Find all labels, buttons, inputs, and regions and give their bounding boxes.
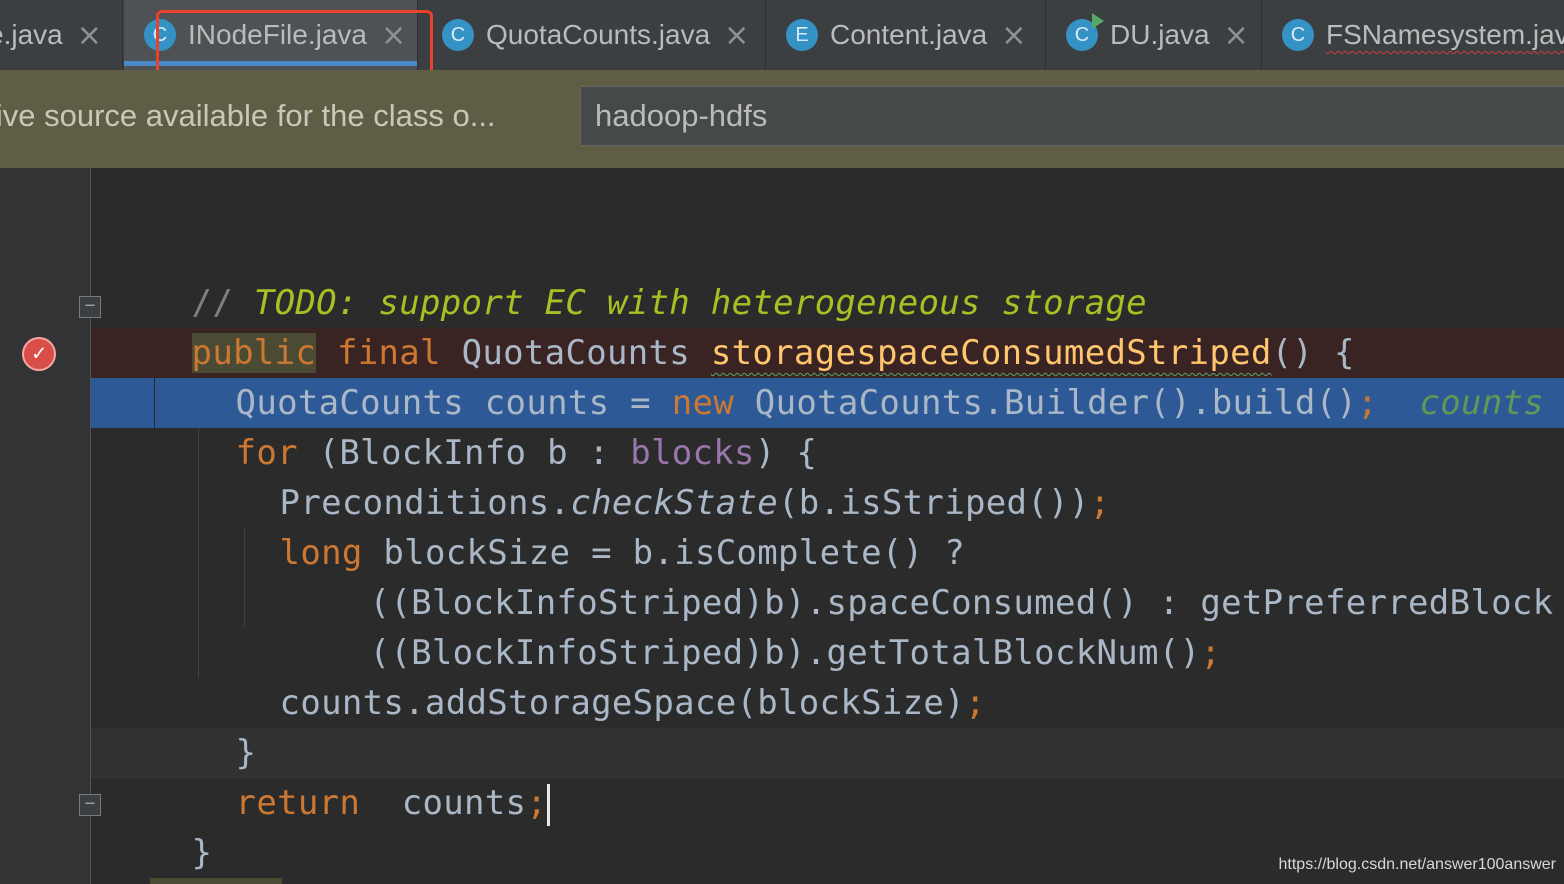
- close-tab-icon[interactable]: ×: [1224, 18, 1249, 53]
- code-line-1[interactable]: // TODO: support EC with heterogeneous s…: [150, 228, 1147, 323]
- text-caret: [547, 783, 551, 826]
- close-tab-icon[interactable]: ×: [1001, 18, 1026, 53]
- breakpoint-icon[interactable]: ✓: [22, 337, 56, 371]
- tab-label: QuotaCounts.java: [486, 19, 711, 50]
- semicolon-token: ;: [1200, 633, 1222, 673]
- code-line-12[interactable]: }: [150, 778, 212, 873]
- runnable-class-icon: C: [1066, 13, 1104, 51]
- tab-content-java[interactable]: E Content.java ×: [768, 0, 1046, 70]
- keyword-token: return: [235, 783, 361, 823]
- editor-tab-bar: e.java × C INodeFile.java × C QuotaCount…: [0, 0, 1564, 71]
- active-tab-indicator: [124, 61, 417, 66]
- watermark: https://blog.csdn.net/answer100answer: [1278, 856, 1557, 873]
- tab-label: FSNamesystem.jav: [1326, 19, 1564, 50]
- close-tab-icon[interactable]: ×: [724, 18, 749, 53]
- code-text: counts.addStorageSpace(blockSize): [279, 683, 965, 723]
- code-line-4[interactable]: for (BlockInfo b : blocks) {: [194, 378, 817, 473]
- tab-label: Content.java: [830, 19, 988, 50]
- code-line-6[interactable]: long blockSize = b.isComplete() ?: [238, 478, 965, 573]
- semicolon-token: ;: [526, 783, 548, 823]
- code-line-10[interactable]: }: [194, 678, 256, 773]
- tab-label: INodeFile.java: [188, 19, 367, 50]
- tab-label: e.java: [0, 19, 63, 50]
- code-text: counts: [360, 783, 527, 823]
- class-icon: C: [442, 19, 474, 51]
- tab-label: DU.java: [1110, 19, 1210, 50]
- close-tab-icon[interactable]: ×: [381, 18, 406, 53]
- fold-end-icon[interactable]: −: [79, 794, 101, 816]
- tab-file-java[interactable]: e.java ×: [0, 0, 123, 70]
- code-line-8[interactable]: ((BlockInfoStriped)b).getTotalBlockNum()…: [328, 578, 1221, 673]
- code-line-7[interactable]: ((BlockInfoStriped)b).spaceConsumed() : …: [328, 528, 1554, 623]
- code-text: }: [191, 833, 213, 873]
- code-line-3[interactable]: QuotaCounts counts = new QuotaCounts.Bui…: [194, 328, 1544, 423]
- fold-collapse-icon[interactable]: −: [79, 296, 101, 318]
- code-line-2[interactable]: public final QuotaCounts storagespaceCon…: [150, 278, 1355, 373]
- tab-fsnamesystem-java[interactable]: C FSNamesystem.jav: [1264, 0, 1564, 70]
- class-icon: C: [1282, 19, 1314, 51]
- matched-word-marker: [150, 878, 282, 884]
- semicolon-token: ;: [1089, 483, 1111, 523]
- code-line-11[interactable]: return counts;: [194, 728, 551, 826]
- inline-debug-value: counts: [1419, 383, 1545, 423]
- module-selector[interactable]: hadoop-hdfs: [580, 86, 1564, 146]
- tab-inodefile-java[interactable]: C INodeFile.java ×: [124, 0, 418, 70]
- close-tab-icon[interactable]: ×: [77, 18, 102, 53]
- semicolon-token: ;: [1357, 383, 1378, 423]
- class-icon: C: [144, 19, 176, 51]
- editor-gutter[interactable]: [0, 168, 91, 884]
- tab-du-java[interactable]: C DU.java ×: [1048, 0, 1262, 70]
- semicolon-token: ;: [964, 683, 986, 723]
- code-text: QuotaCounts.Builder().build(): [734, 383, 1358, 423]
- banner-message: ative source available for the class o..…: [0, 98, 496, 133]
- tab-quotacounts-java[interactable]: C QuotaCounts.java ×: [428, 0, 766, 70]
- code-line-9[interactable]: counts.addStorageSpace(blockSize);: [238, 628, 986, 723]
- code-line-5[interactable]: Preconditions.checkState(b.isStriped());: [238, 428, 1111, 523]
- enum-icon: E: [786, 19, 818, 51]
